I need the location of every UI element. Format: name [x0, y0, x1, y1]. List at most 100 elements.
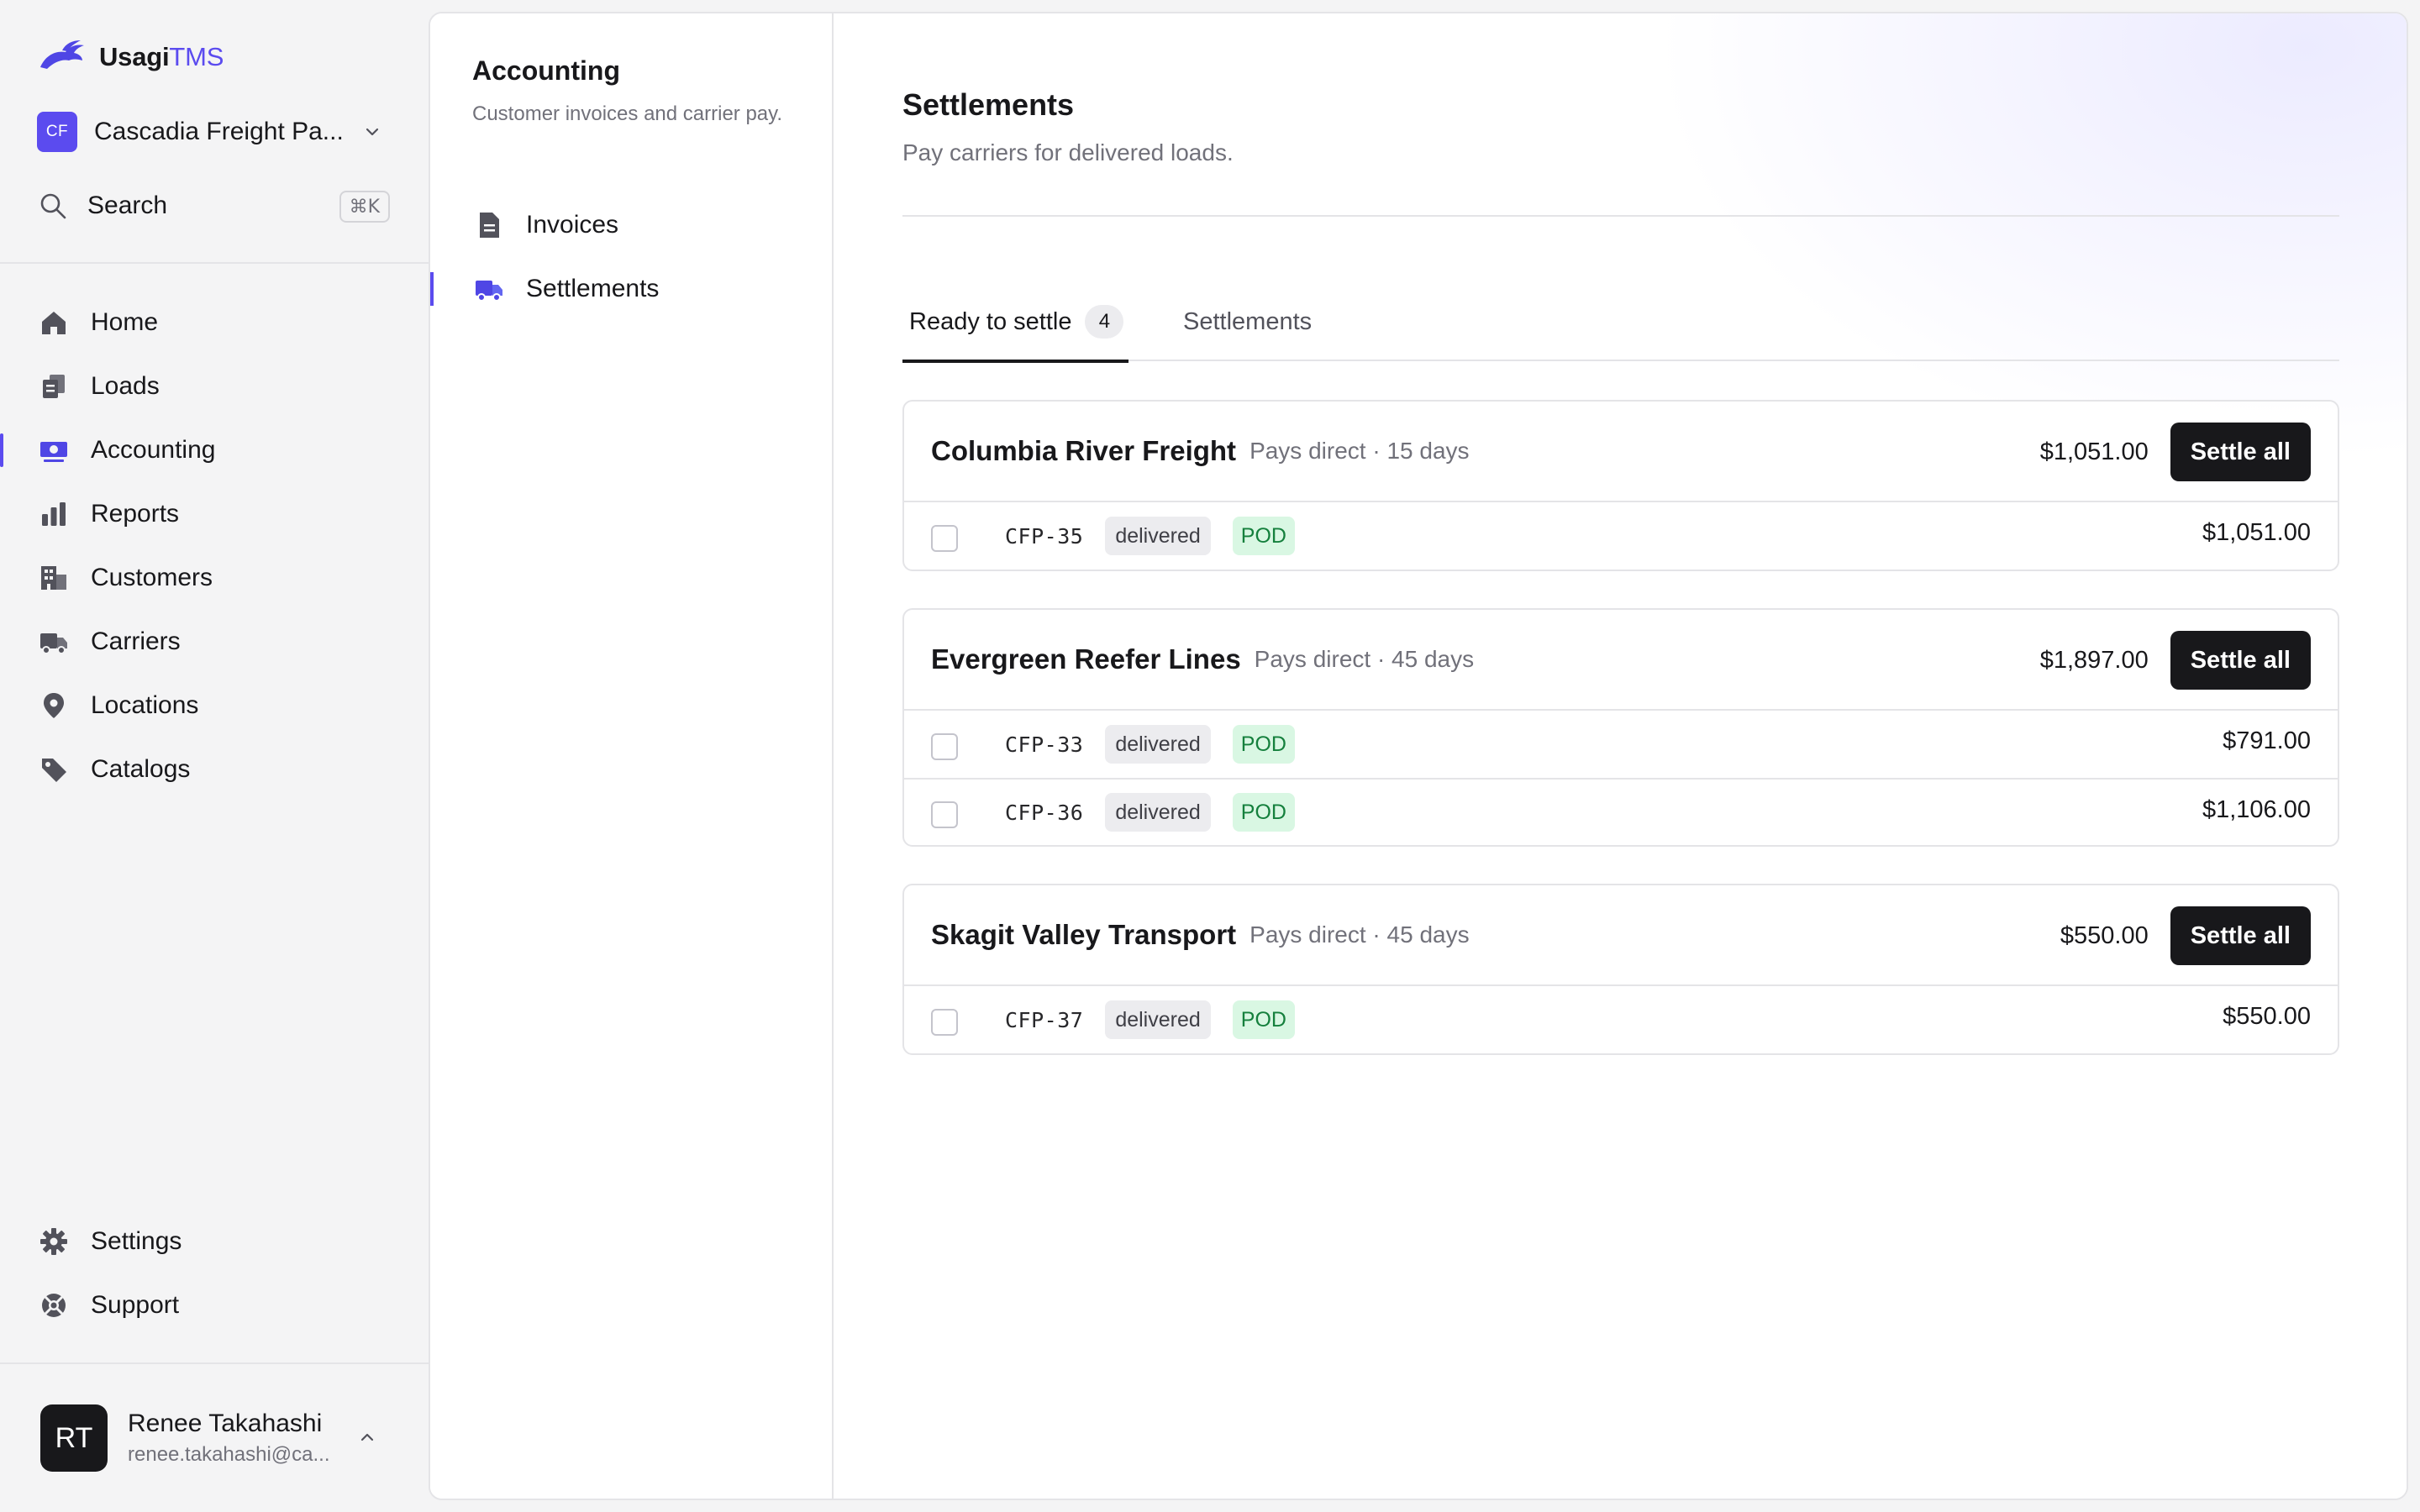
- carrier-group-card: Columbia River Freight Pays direct · 15 …: [902, 400, 2339, 571]
- tab-settlements[interactable]: Settlements: [1183, 282, 1312, 361]
- group-actions: $1,897.00 Settle all: [2040, 631, 2311, 690]
- tabs: Ready to settle 4 Settlements: [902, 282, 2339, 363]
- document-icon: [472, 208, 506, 242]
- subnav-item-settlements[interactable]: Settlements: [430, 257, 834, 321]
- group-total: $1,897.00: [2039, 646, 2149, 674]
- load-checkbox[interactable]: [931, 801, 958, 828]
- nav-item-loads[interactable]: Loads: [37, 354, 398, 418]
- load-id: CFP-35: [1005, 523, 1084, 549]
- load-id: CFP-36: [1005, 800, 1084, 825]
- nav-item-label: Customers: [91, 564, 213, 591]
- accounting-icon: [37, 433, 71, 467]
- carrier-name: Evergreen Reefer Lines: [931, 643, 1241, 675]
- nav-item-label: Reports: [91, 500, 180, 528]
- page-subtitle: Pay carriers for delivered loads.: [902, 139, 1234, 165]
- rabbit-logo-icon: [40, 40, 84, 69]
- org-switcher[interactable]: CF Cascadia Freight Pa...: [37, 111, 390, 153]
- sidebar-divider: [0, 1362, 429, 1364]
- brand[interactable]: UsagiTMS: [37, 37, 224, 77]
- carrier-terms: Pays direct · 45 days: [1254, 646, 1475, 672]
- load-row: CFP-37 delivered POD $550.00: [904, 986, 2338, 1053]
- nav-item-support[interactable]: Support: [37, 1273, 398, 1337]
- nav-item-label: Loads: [91, 372, 160, 400]
- accounting-subnav: Accounting Customer invoices and carrier…: [430, 13, 834, 1499]
- nav-item-label: Catalogs: [91, 755, 191, 783]
- active-indicator: [430, 272, 434, 306]
- nav-item-catalogs[interactable]: Catalogs: [37, 738, 398, 801]
- nav-item-label: Accounting: [91, 436, 216, 464]
- nav-item-reports[interactable]: Reports: [37, 482, 398, 546]
- load-id: CFP-33: [1005, 732, 1084, 757]
- header-divider: [902, 215, 2339, 217]
- status-badge: delivered: [1105, 725, 1211, 764]
- carrier-group-header: Evergreen Reefer Lines Pays direct · 45 …: [904, 610, 2338, 711]
- org-name: Cascadia Freight Pa...: [94, 118, 344, 145]
- home-icon: [37, 306, 71, 339]
- gear-icon: [37, 1225, 71, 1258]
- sidebar-divider: [0, 262, 429, 264]
- pod-badge: POD: [1232, 1000, 1295, 1039]
- load-checkbox[interactable]: [931, 525, 958, 552]
- nav-item-locations[interactable]: Locations: [37, 674, 398, 738]
- active-indicator: [0, 433, 3, 467]
- subnav-description: Customer invoices and carrier pay.: [472, 102, 783, 125]
- loads-icon: [37, 370, 71, 403]
- load-amount: $1,051.00: [2202, 519, 2311, 546]
- carrier-group-card: Evergreen Reefer Lines Pays direct · 45 …: [902, 608, 2339, 847]
- carrier-group-header: Skagit Valley Transport Pays direct · 45…: [904, 885, 2338, 986]
- nav-item-label: Carriers: [91, 627, 181, 655]
- subnav-title: Accounting: [472, 55, 620, 86]
- nav-item-home[interactable]: Home: [37, 291, 398, 354]
- nav-item-label: Settings: [91, 1227, 182, 1255]
- tab-label: Ready to settle: [909, 307, 1072, 335]
- avatar: RT: [40, 1404, 108, 1472]
- load-id: CFP-37: [1005, 1007, 1084, 1032]
- search-icon: [40, 193, 66, 219]
- lifebuoy-icon: [37, 1289, 71, 1322]
- group-total: $1,051.00: [2039, 438, 2149, 465]
- pod-badge: POD: [1232, 725, 1295, 764]
- load-amount: $550.00: [2223, 1003, 2311, 1030]
- main-nav: Home Loads Accounting Reports Customers: [0, 291, 398, 801]
- nav-item-customers[interactable]: Customers: [37, 546, 398, 610]
- subnav-item-invoices[interactable]: Invoices: [430, 193, 834, 257]
- load-row: CFP-35 delivered POD $1,051.00: [904, 502, 2338, 570]
- load-row: CFP-36 delivered POD $1,106.00: [904, 778, 2338, 845]
- nav-item-accounting[interactable]: Accounting: [0, 418, 398, 482]
- page-title: Settlements: [902, 87, 1075, 122]
- carrier-name: Columbia River Freight: [931, 435, 1237, 466]
- pod-badge: POD: [1232, 517, 1295, 555]
- subnav-item-label: Invoices: [526, 211, 619, 239]
- carrier-name: Skagit Valley Transport: [931, 919, 1237, 950]
- sidebar: UsagiTMS CF Cascadia Freight Pa... Searc…: [0, 0, 429, 1512]
- group-actions: $1,051.00 Settle all: [2040, 423, 2311, 481]
- nav-item-carriers[interactable]: Carriers: [37, 610, 398, 674]
- chevron-down-icon: [366, 128, 379, 136]
- carrier-terms: Pays direct · 15 days: [1249, 438, 1470, 464]
- settle-all-button[interactable]: Settle all: [2170, 906, 2311, 965]
- status-badge: delivered: [1105, 1000, 1211, 1039]
- settle-all-button[interactable]: Settle all: [2170, 631, 2311, 690]
- load-checkbox[interactable]: [931, 733, 958, 760]
- load-row: CFP-33 delivered POD $791.00: [904, 711, 2338, 778]
- user-email: renee.takahashi@ca...: [128, 1443, 330, 1466]
- nav-item-settings[interactable]: Settings: [37, 1210, 398, 1273]
- user-name: Renee Takahashi: [128, 1410, 323, 1437]
- tab-label: Settlements: [1183, 307, 1313, 335]
- status-badge: delivered: [1105, 793, 1211, 832]
- settle-all-button[interactable]: Settle all: [2170, 423, 2311, 481]
- search-button[interactable]: Search ⌘K: [37, 185, 390, 227]
- nav-item-label: Locations: [91, 691, 199, 719]
- chevron-up-icon: [360, 1433, 374, 1441]
- main-panel: Accounting Customer invoices and carrier…: [429, 12, 2408, 1500]
- status-badge: delivered: [1105, 517, 1211, 555]
- tab-ready-to-settle[interactable]: Ready to settle 4: [902, 282, 1129, 363]
- load-amount: $791.00: [2223, 727, 2311, 754]
- tab-count-badge: 4: [1085, 305, 1124, 339]
- load-checkbox[interactable]: [931, 1009, 958, 1036]
- user-menu[interactable]: RT Renee Takahashi renee.takahashi@ca...: [40, 1404, 393, 1472]
- map-pin-icon: [37, 689, 71, 722]
- nav-item-label: Support: [91, 1291, 180, 1319]
- settlements-content: Settlements Pay carriers for delivered l…: [835, 13, 2407, 1499]
- app-root: UsagiTMS CF Cascadia Freight Pa... Searc…: [0, 0, 2420, 1512]
